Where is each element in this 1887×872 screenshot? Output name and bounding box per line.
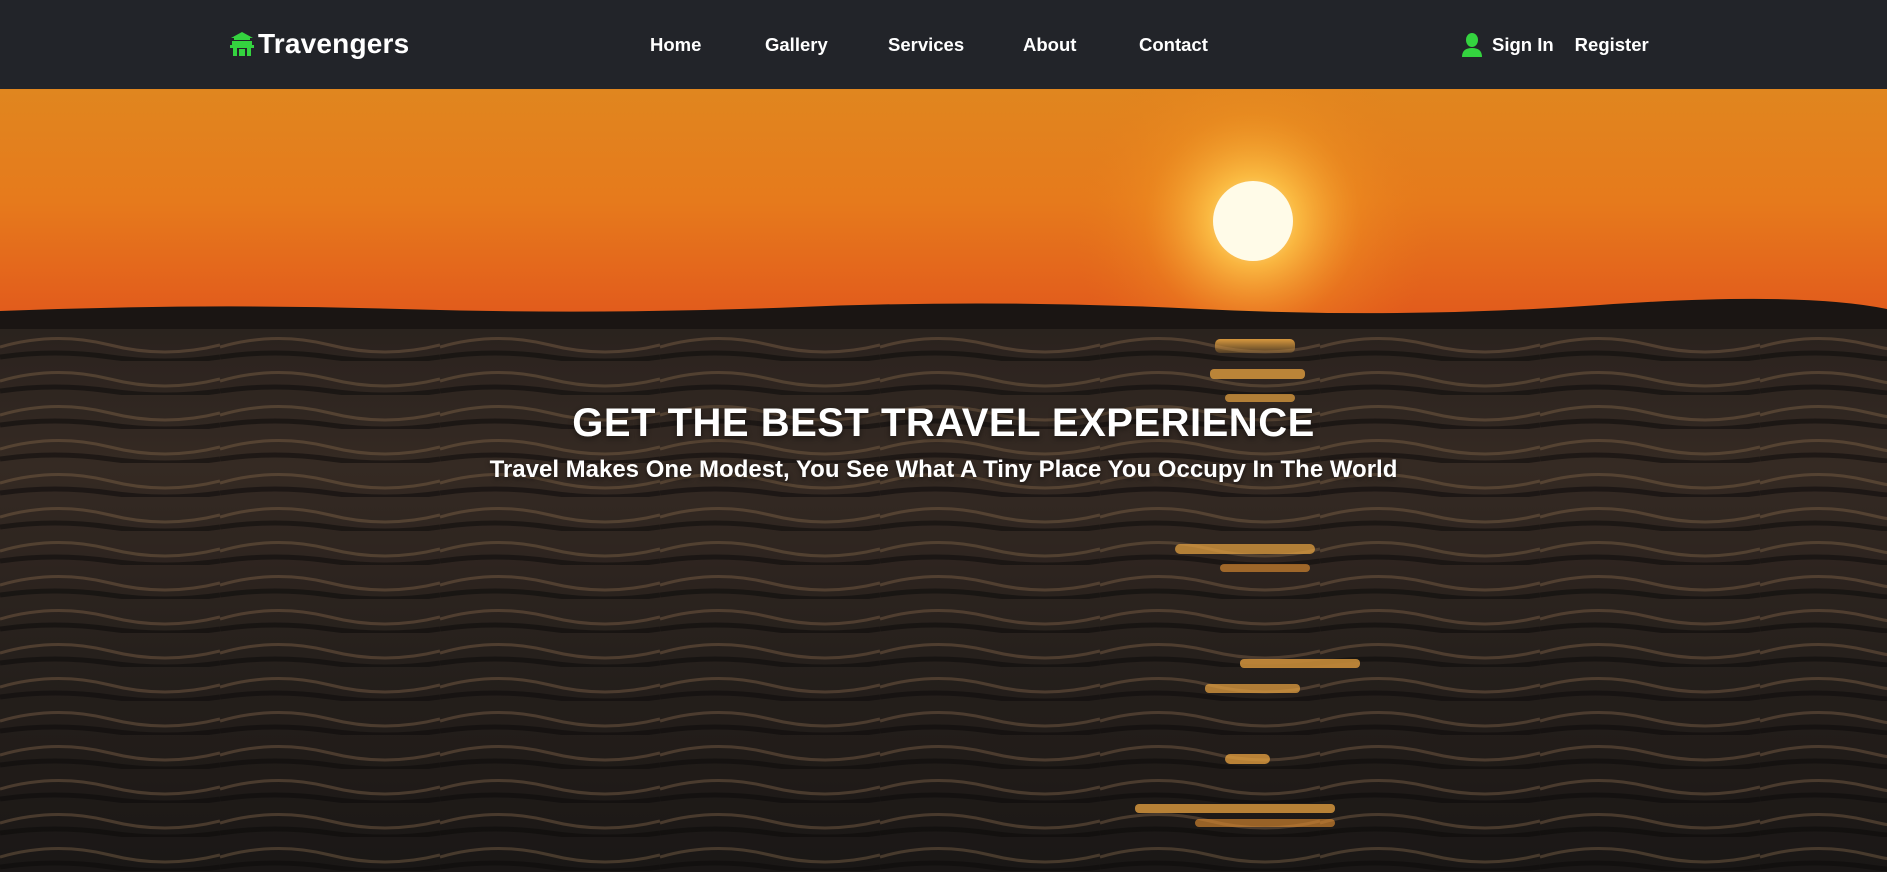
nav-home[interactable]: Home	[650, 34, 701, 56]
top-navbar: Travengers Home Gallery Services About C…	[0, 0, 1887, 89]
hero-section: GET THE BEST TRAVEL EXPERIENCE Travel Ma…	[0, 89, 1887, 872]
sign-in-button[interactable]: Sign In	[1460, 32, 1554, 58]
user-icon	[1460, 32, 1484, 58]
nav-services[interactable]: Services	[888, 34, 964, 56]
register-link[interactable]: Register	[1575, 34, 1649, 56]
auth-area: Sign In Register	[1460, 30, 1649, 60]
sign-in-label: Sign In	[1492, 34, 1554, 55]
hero-subtitle: Travel Makes One Modest, You See What A …	[489, 456, 1398, 483]
nav-contact[interactable]: Contact	[1139, 34, 1208, 56]
nav-about[interactable]: About	[1023, 34, 1076, 56]
hero-title: GET THE BEST TRAVEL EXPERIENCE	[572, 401, 1315, 445]
nav-gallery[interactable]: Gallery	[765, 34, 828, 56]
